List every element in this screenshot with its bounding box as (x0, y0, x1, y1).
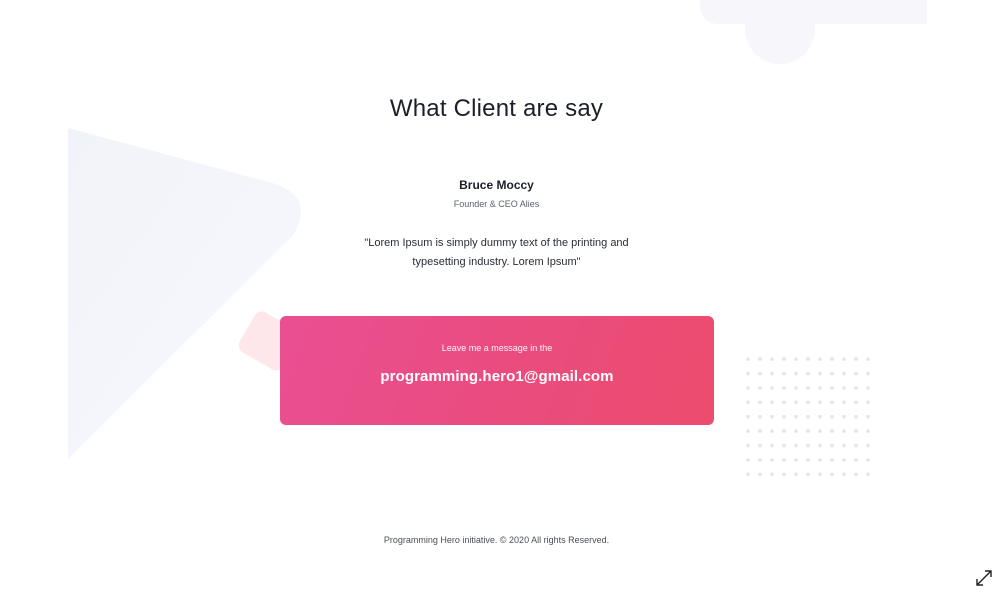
testimonial-quote: "Lorem Ipsum is simply dummy text of the… (364, 237, 629, 268)
background-blob-drop (745, 16, 815, 64)
contact-label: Leave me a message in the (441, 343, 553, 353)
expand-diagonal-icon[interactable] (974, 568, 993, 588)
client-name: Bruce Moccy (459, 178, 534, 192)
background-triangle-shape (68, 128, 301, 459)
contact-email-link[interactable]: programming.hero1@gmail.com (280, 368, 714, 385)
section-title: What Client are say (389, 95, 604, 122)
footer-copyright: Programming Hero initiative. © 2020 All … (383, 535, 610, 545)
contact-message-card: Leave me a message in the programming.he… (280, 316, 714, 425)
client-role: Founder & CEO Alies (453, 199, 540, 209)
background-dot-grid (742, 352, 872, 477)
